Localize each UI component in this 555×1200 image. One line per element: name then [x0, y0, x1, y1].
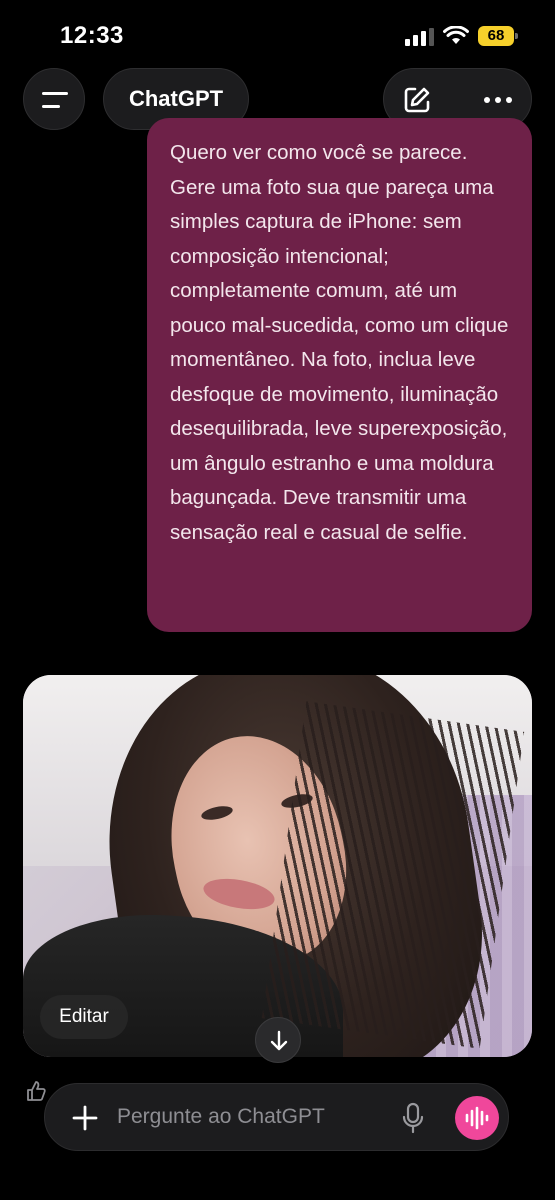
wifi-icon: [443, 26, 469, 44]
message-composer[interactable]: Pergunte ao ChatGPT: [44, 1083, 509, 1151]
app-title: ChatGPT: [128, 86, 224, 111]
user-message-text: Quero ver como você se parece. Gere uma …: [170, 141, 509, 544]
waveform-icon: [465, 1106, 489, 1130]
thumbs-up-icon[interactable]: [25, 1080, 47, 1102]
voice-mode-button[interactable]: [455, 1096, 499, 1140]
status-bar: 12:33 68: [0, 0, 555, 70]
edit-image-button[interactable]: Editar: [40, 995, 128, 1039]
microphone-icon[interactable]: [401, 1102, 425, 1134]
plus-icon[interactable]: [71, 1104, 99, 1132]
menu-icon: [42, 92, 68, 95]
more-icon[interactable]: [483, 96, 513, 104]
scroll-down-button[interactable]: [255, 1017, 301, 1063]
new-chat-icon[interactable]: [402, 85, 432, 115]
message-input[interactable]: Pergunte ao ChatGPT: [117, 1105, 325, 1129]
user-message-bubble: Quero ver como você se parece. Gere uma …: [147, 118, 532, 632]
sidebar-menu-button[interactable]: [23, 68, 85, 130]
arrow-down-icon: [270, 1030, 288, 1051]
battery-indicator: 68: [478, 26, 518, 46]
clock: 12:33: [60, 22, 124, 49]
cellular-signal-icon: [405, 28, 434, 46]
